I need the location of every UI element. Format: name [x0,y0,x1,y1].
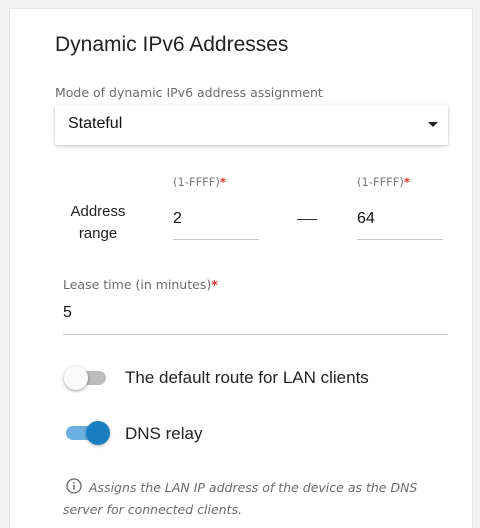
lease-time-input[interactable]: 5 [63,304,72,322]
range-dash [297,219,317,220]
range-end-hint: (1-FFFF)* [357,175,410,189]
dns-relay-label: DNS relay [125,424,203,443]
section-title: Dynamic IPv6 Addresses [55,33,289,56]
dns-relay-toggle[interactable] [64,420,110,446]
toggle-knob [64,366,88,390]
required-mark: * [403,175,410,189]
toggle-knob [86,421,110,445]
range-end-hint-text: (1-FFFF) [357,175,404,189]
default-route-toggle[interactable] [64,365,110,391]
range-start-hint-text: (1-FFFF) [173,175,220,189]
range-start-hint: (1-FFFF)* [173,175,226,189]
lease-time-underline [63,334,448,335]
range-end-input[interactable]: 64 [357,210,375,228]
mode-select[interactable]: Stateful [55,105,448,145]
lease-time-label: Lease time (in minutes)* [63,277,218,292]
range-end-underline [357,239,443,240]
range-start-input[interactable]: 2 [173,210,182,228]
mode-select-value: Stateful [68,115,123,132]
address-range-label-line2: range [78,225,118,242]
mode-label: Mode of dynamic IPv6 address assignment [55,85,323,100]
lease-time-label-text: Lease time (in minutes) [63,277,212,292]
range-start-underline [173,239,259,240]
required-mark: * [211,277,218,292]
address-range-label-line1: Address [70,203,126,220]
address-range-label: Address range [64,201,132,245]
chevron-down-icon [428,122,438,127]
default-route-label: The default route for LAN clients [125,368,369,387]
required-mark: * [219,175,226,189]
info-text: Assigns the LAN IP address of the device… [63,480,418,517]
